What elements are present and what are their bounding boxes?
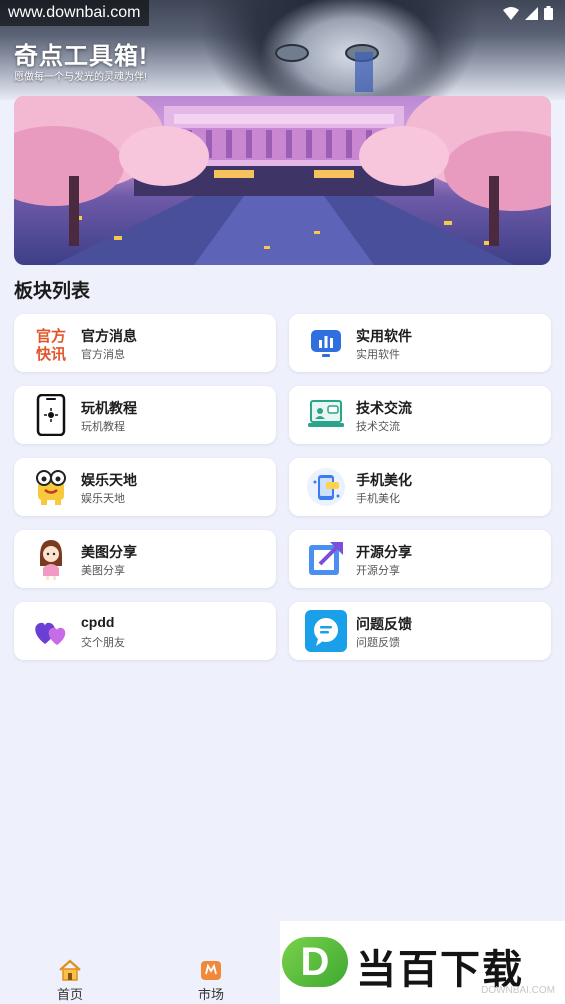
girl-avatar-icon [30,538,72,580]
character-eye-left [275,44,309,62]
wifi-icon [503,6,519,20]
pixel-art-street-scene [14,96,551,265]
chart-monitor-icon [305,322,347,364]
svg-text:官方: 官方 [36,327,66,345]
card-subtitle: 娱乐天地 [81,493,125,505]
card-subtitle: 手机美化 [356,493,400,505]
svg-text:快讯: 快讯 [36,345,66,363]
card-title: 问题反馈 [356,616,412,632]
card-cpdd[interactable]: cpdd 交个朋友 [14,602,276,660]
card-subtitle: 美图分享 [81,565,125,577]
card-open-source[interactable]: 开源分享 开源分享 [289,530,551,588]
card-subtitle: 交个朋友 [81,637,125,649]
anime-character-art [200,0,480,100]
card-useful-software[interactable]: 实用软件 实用软件 [289,314,551,372]
feedback-chat-icon [305,610,347,652]
downbai-logo-watermark: D 当百下载 DOWNBAI.COM [280,921,565,1004]
card-phone-theme[interactable]: 手机美化 手机美化 [289,458,551,516]
app-subtitle: 愿做每一个与发光的灵魂为伴! [14,72,147,83]
home-icon [59,959,81,981]
character-ribbon [355,52,373,92]
featured-banner-image[interactable] [14,96,551,265]
status-bar-icons [503,6,553,20]
battery-icon [544,6,553,20]
card-subtitle: 实用软件 [356,349,400,361]
nav-label: 首页 [56,987,83,1002]
card-title: 技术交流 [356,400,412,416]
card-image-sharing[interactable]: 美图分享 美图分享 [14,530,276,588]
market-bag-icon [201,961,221,980]
card-subtitle: 问题反馈 [356,637,400,649]
card-title: 娱乐天地 [81,472,137,488]
signal-icon [525,6,538,20]
laptop-chat-icon [305,394,347,436]
card-phone-tutorials[interactable]: 玩机教程 玩机教程 [14,386,276,444]
card-feedback[interactable]: 问题反馈 问题反馈 [289,602,551,660]
card-title: 开源分享 [356,544,412,560]
card-title: 玩机教程 [81,400,137,416]
card-title: cpdd [81,614,115,630]
app-title: 奇点工具箱! [14,43,148,70]
card-subtitle: 开源分享 [356,565,400,577]
card-subtitle: 玩机教程 [81,421,125,433]
card-tech-exchange[interactable]: 技术交流 技术交流 [289,386,551,444]
card-title: 实用软件 [356,328,412,344]
card-subtitle: 技术交流 [356,421,400,433]
card-entertainment[interactable]: 娱乐天地 娱乐天地 [14,458,276,516]
section-title: 板块列表 [14,281,91,302]
card-title: 美图分享 [81,544,137,560]
site-watermark: www.downbai.com [0,0,149,26]
nav-item-market[interactable]: 市场 [181,958,241,1003]
card-subtitle: 官方消息 [81,349,125,361]
nav-label: 市场 [197,987,224,1002]
share-arrow-icon [305,538,347,580]
phone-theme-icon [305,466,347,508]
hearts-icon [30,610,72,652]
official-news-icon: 官方 快讯 [30,322,72,364]
card-official-news[interactable]: 官方 快讯 官方消息 官方消息 [14,314,276,372]
brand-subtext: DOWNBAI.COM [481,985,555,996]
nav-item-home[interactable]: 首页 [40,958,100,1003]
brand-logo-mark: D [282,937,348,987]
emoji-mascot-icon [30,466,72,508]
card-title: 官方消息 [81,328,137,344]
card-title: 手机美化 [356,472,412,488]
phone-icon [30,394,72,436]
